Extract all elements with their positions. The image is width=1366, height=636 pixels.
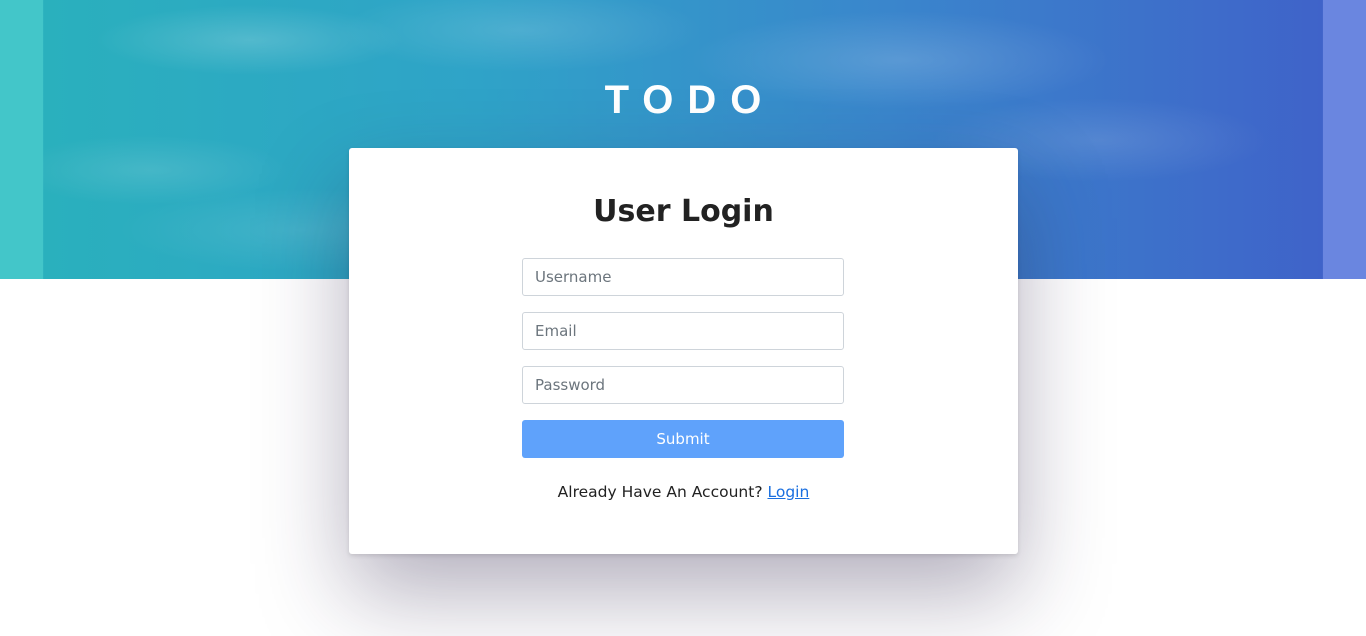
username-input[interactable] [522, 258, 844, 296]
email-input[interactable] [522, 312, 844, 350]
login-title: User Login [593, 194, 774, 229]
account-prompt-text: Already Have An Account? [557, 483, 763, 501]
hero-left-edge [0, 0, 43, 279]
account-prompt-line: Already Have An Account? Login [349, 483, 1018, 501]
submit-button[interactable]: Submit [522, 420, 844, 458]
brand-title: TODO [604, 78, 776, 122]
login-card: User Login Submit Already Have An Accoun… [349, 148, 1018, 554]
hero-right-edge [1323, 0, 1366, 279]
login-link[interactable]: Login [767, 483, 809, 501]
password-input[interactable] [522, 366, 844, 404]
